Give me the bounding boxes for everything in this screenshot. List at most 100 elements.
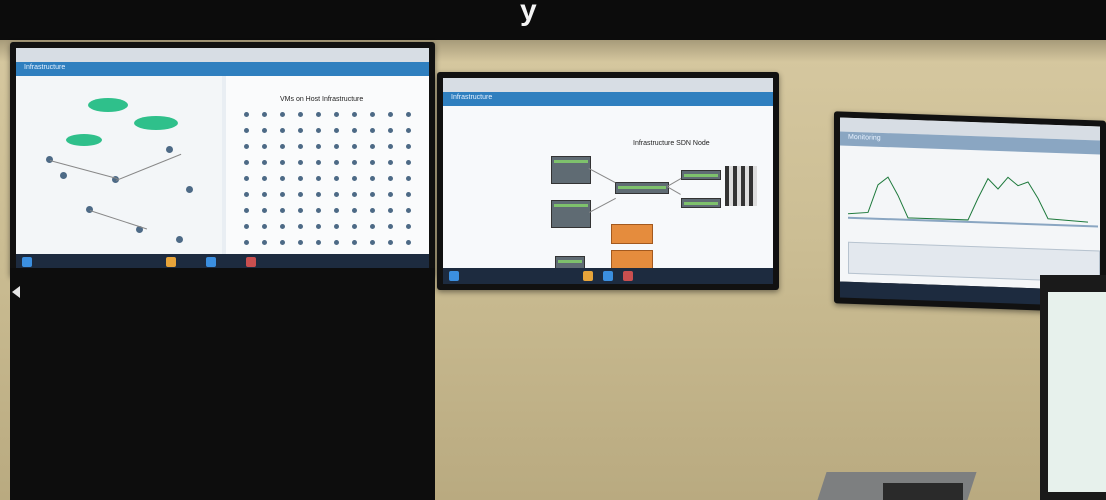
vm-node bbox=[388, 112, 393, 117]
topology-node bbox=[60, 172, 67, 179]
vm-node bbox=[262, 112, 267, 117]
topology-pane bbox=[16, 76, 222, 254]
vm-node bbox=[406, 208, 411, 213]
windows-start-icon bbox=[22, 257, 32, 267]
switch bbox=[681, 198, 721, 208]
vm-node bbox=[406, 128, 411, 133]
vm-node bbox=[316, 112, 321, 117]
vm-node bbox=[244, 176, 249, 181]
traffic-line bbox=[848, 176, 1089, 223]
vm-node bbox=[280, 112, 285, 117]
vm-node bbox=[298, 160, 303, 165]
vm-node bbox=[370, 128, 375, 133]
vm-node bbox=[352, 176, 357, 181]
vm-node bbox=[370, 112, 375, 117]
cloud-shape bbox=[66, 134, 102, 146]
topology-node bbox=[186, 186, 193, 193]
cloud-shape bbox=[134, 116, 178, 130]
vm-node bbox=[370, 160, 375, 165]
orange-appliance bbox=[611, 224, 653, 244]
vm-node bbox=[352, 240, 357, 245]
cloud-shape bbox=[88, 98, 128, 112]
switch bbox=[681, 170, 721, 180]
app-title: Infrastructure bbox=[451, 94, 493, 101]
vm-node bbox=[280, 160, 285, 165]
vm-node bbox=[316, 128, 321, 133]
vm-node bbox=[334, 224, 339, 229]
vm-node bbox=[388, 128, 393, 133]
caption-text: y bbox=[520, 0, 538, 27]
vm-node bbox=[406, 160, 411, 165]
browser-icon bbox=[166, 257, 176, 267]
vm-node bbox=[244, 224, 249, 229]
vm-grid-pane: VMs on Host Infrastructure bbox=[226, 76, 429, 254]
app-icon bbox=[246, 257, 256, 267]
vm-node bbox=[298, 128, 303, 133]
vm-node bbox=[262, 224, 267, 229]
vm-grid bbox=[244, 112, 424, 254]
monitor-center: Infrastructure Infrastructure SDN Node bbox=[437, 72, 779, 290]
vm-node bbox=[406, 240, 411, 245]
vm-node bbox=[406, 112, 411, 117]
vm-node bbox=[244, 240, 249, 245]
arrow-left-icon bbox=[12, 286, 20, 298]
browser-icon bbox=[583, 271, 593, 281]
vm-node bbox=[370, 224, 375, 229]
vm-node bbox=[298, 224, 303, 229]
vm-node bbox=[316, 224, 321, 229]
vm-node bbox=[334, 208, 339, 213]
monitor-left-screen: Infrastructure VMs on Host Infrastructur… bbox=[16, 48, 429, 254]
vm-node bbox=[316, 240, 321, 245]
vm-node bbox=[352, 112, 357, 117]
vm-node bbox=[406, 224, 411, 229]
vm-node bbox=[316, 160, 321, 165]
switch bbox=[615, 182, 669, 194]
browser-tabbar bbox=[16, 48, 429, 62]
vm-node bbox=[262, 208, 267, 213]
monitor-far-right-screen bbox=[1048, 292, 1106, 492]
vm-node bbox=[244, 112, 249, 117]
vm-node bbox=[388, 144, 393, 149]
vm-grid-title: VMs on Host Infrastructure bbox=[280, 96, 364, 103]
windows-start-icon bbox=[449, 271, 459, 281]
network-link bbox=[667, 178, 682, 187]
vm-node bbox=[352, 192, 357, 197]
vm-node bbox=[280, 144, 285, 149]
vm-node bbox=[352, 144, 357, 149]
vm-node bbox=[334, 128, 339, 133]
vm-node bbox=[352, 224, 357, 229]
monitor-center-screen: Infrastructure Infrastructure SDN Node bbox=[443, 78, 773, 268]
vm-node bbox=[262, 144, 267, 149]
app-title: Infrastructure bbox=[24, 64, 66, 71]
vm-node bbox=[298, 112, 303, 117]
browser-tabbar bbox=[443, 78, 773, 92]
sdn-canvas: Infrastructure SDN Node bbox=[443, 106, 773, 268]
vm-node bbox=[280, 176, 285, 181]
vm-node bbox=[316, 192, 321, 197]
vm-node bbox=[244, 128, 249, 133]
network-link bbox=[588, 168, 616, 183]
vm-node bbox=[388, 208, 393, 213]
monitor-left: Infrastructure VMs on Host Infrastructur… bbox=[10, 42, 435, 276]
monitor-right-screen: Monitoring bbox=[840, 117, 1100, 291]
vm-node bbox=[280, 208, 285, 213]
server-rack bbox=[551, 200, 591, 228]
vm-node bbox=[388, 176, 393, 181]
topology-link bbox=[89, 210, 148, 230]
vm-node bbox=[388, 224, 393, 229]
vm-node bbox=[298, 176, 303, 181]
vm-node bbox=[244, 160, 249, 165]
vm-node bbox=[262, 128, 267, 133]
storage-array bbox=[725, 166, 757, 206]
taskbar bbox=[443, 268, 773, 284]
traffic-graph bbox=[848, 176, 1098, 228]
server-rack bbox=[551, 156, 591, 184]
sdn-canvas-title: Infrastructure SDN Node bbox=[633, 140, 710, 147]
graph-baseline bbox=[848, 216, 1098, 228]
vm-node bbox=[388, 192, 393, 197]
vm-node bbox=[334, 112, 339, 117]
vm-node bbox=[262, 240, 267, 245]
vm-node bbox=[280, 192, 285, 197]
vm-node bbox=[388, 240, 393, 245]
vm-node bbox=[298, 208, 303, 213]
